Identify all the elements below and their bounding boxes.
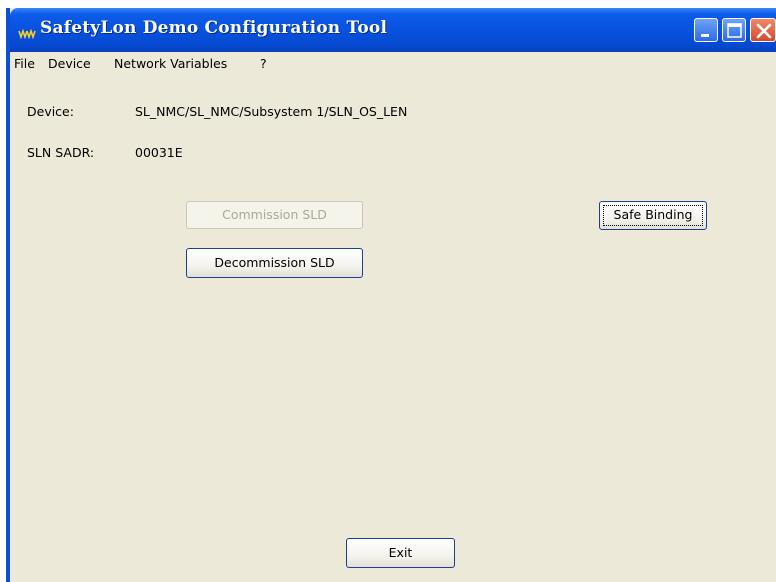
device-label: Device:: [27, 104, 74, 119]
menu-file[interactable]: File: [14, 56, 35, 72]
maximize-icon: [727, 23, 742, 38]
close-button[interactable]: [750, 18, 776, 42]
decommission-sld-button[interactable]: Decommission SLD: [186, 248, 363, 278]
menu-bar: File Device Network Variables ?: [10, 52, 776, 76]
app-icon: [18, 24, 36, 40]
title-bar[interactable]: SafetyLon Demo Configuration Tool: [10, 8, 776, 52]
maximize-button[interactable]: [722, 18, 746, 42]
commission-sld-button[interactable]: Commission SLD: [186, 201, 363, 229]
close-icon: [756, 23, 772, 39]
minimize-icon: [701, 34, 709, 37]
safe-binding-button[interactable]: Safe Binding: [599, 201, 707, 230]
menu-network-variables[interactable]: Network Variables: [114, 56, 227, 72]
sadr-value: 00031E: [135, 145, 183, 160]
main-window: SafetyLon Demo Configuration Tool File D…: [6, 8, 776, 582]
sadr-label: SLN SADR:: [27, 145, 95, 160]
device-value: SL_NMC/SL_NMC/Subsystem 1/SLN_OS_LEN: [135, 104, 408, 119]
minimize-button[interactable]: [694, 18, 718, 42]
menu-device[interactable]: Device: [48, 56, 91, 72]
window-title: SafetyLon Demo Configuration Tool: [40, 18, 388, 38]
exit-button[interactable]: Exit: [346, 538, 455, 568]
menu-help[interactable]: ?: [260, 56, 267, 72]
